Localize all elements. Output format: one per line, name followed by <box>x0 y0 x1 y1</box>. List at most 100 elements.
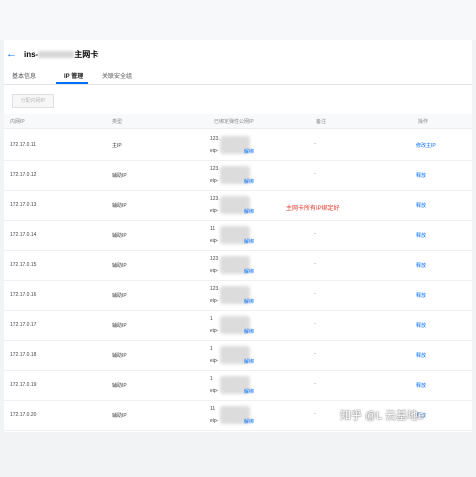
private-ip-cell: 172.17.0.11 <box>10 142 37 148</box>
tab-ip-management[interactable]: IP 管理 <box>64 71 83 80</box>
private-ip-cell: 172.17.0.12 <box>10 172 37 178</box>
remark-cell: - <box>314 291 316 297</box>
unbind-eip-link[interactable]: 解绑 <box>244 268 254 275</box>
active-tab-indicator <box>56 82 88 84</box>
title-suffix: 主网卡 <box>74 50 99 59</box>
eip-address-text: 1 <box>210 346 213 352</box>
row-action-link[interactable]: 释放 <box>416 352 426 359</box>
eip-address-text: 1 <box>210 316 213 322</box>
eip-id-text: eip- <box>210 388 219 394</box>
unbind-eip-link[interactable]: 解绑 <box>244 418 254 425</box>
tab-security-groups[interactable]: 关联安全组 <box>102 71 132 80</box>
private-ip-cell: 172.17.0.14 <box>10 232 37 238</box>
eip-id-text: eip- <box>210 148 219 154</box>
ip-type-cell: 辅助IP <box>112 173 127 179</box>
row-action-link[interactable]: 释放 <box>416 232 426 239</box>
column-header-remark: 备注 <box>316 119 327 125</box>
row-action-link[interactable]: 释放 <box>416 322 426 329</box>
back-arrow-icon[interactable]: ← <box>6 48 17 60</box>
table-row: 172.17.0.18 辅助IP 1 eip- 解绑 - 释放 <box>4 340 472 371</box>
eip-address-text: 123. <box>210 196 220 202</box>
eni-detail-panel: ← ins- 主网卡 基本信息 IP 管理 关联安全组 分配内网IP 内网IP 类… <box>4 40 472 432</box>
ip-type-cell: 辅助IP <box>112 293 127 299</box>
column-header-eip: 已绑定弹性公网IP <box>214 119 254 125</box>
row-action-link[interactable]: 释放 <box>416 292 426 299</box>
eip-address-text: 123. <box>210 136 220 142</box>
unbind-eip-link[interactable]: 解绑 <box>244 208 254 215</box>
unbind-eip-link[interactable]: 解绑 <box>244 178 254 185</box>
private-ip-cell: 172.17.0.17 <box>10 322 37 328</box>
table-row: 172.17.0.11 主IP 123. eip- 解绑 - 修改主IP <box>4 130 472 161</box>
row-action-link[interactable]: 释放 <box>416 202 426 209</box>
eip-cell: 123. eip- 解绑 <box>210 194 280 216</box>
eip-address-text: 11 <box>210 226 216 232</box>
table-row: 172.17.0.14 辅助IP 11 eip- 解绑 - 释放 <box>4 220 472 251</box>
eip-cell: 1 eip- 解绑 <box>210 374 280 396</box>
eip-cell: 123. eip- 解绑 <box>210 164 280 186</box>
eip-address-text: 123. <box>210 286 220 292</box>
eip-id-text: eip- <box>210 298 219 304</box>
remark-cell: - <box>314 171 316 177</box>
private-ip-cell: 172.17.0.15 <box>10 262 37 268</box>
table-row: 172.17.0.13 辅助IP 123. eip- 解绑 释放 <box>4 190 472 221</box>
remark-cell: - <box>314 141 316 147</box>
eip-cell: 123. eip- 解绑 <box>210 284 280 306</box>
ip-type-cell: 辅助IP <box>112 323 127 329</box>
unbind-eip-link[interactable]: 解绑 <box>244 388 254 395</box>
ip-type-cell: 主IP <box>112 143 122 149</box>
table-row: 172.17.0.19 辅助IP 1 eip- 解绑 - 释放 <box>4 370 472 401</box>
page-header: ← ins- 主网卡 <box>4 40 472 68</box>
remark-cell: - <box>314 261 316 267</box>
unbind-eip-link[interactable]: 解绑 <box>244 238 254 245</box>
ip-type-cell: 辅助IP <box>112 263 127 269</box>
tab-bar: 基本信息 IP 管理 关联安全组 <box>4 68 472 85</box>
eip-address-text: 1 <box>210 376 213 382</box>
table-header: 内网IP 类型 已绑定弹性公网IP 备注 操作 <box>4 114 472 129</box>
ip-type-cell: 辅助IP <box>112 383 127 389</box>
page-title: ins- 主网卡 <box>24 49 98 60</box>
eip-id-text: eip- <box>210 208 219 214</box>
eip-cell: 1 eip- 解绑 <box>210 314 280 336</box>
unbind-eip-link[interactable]: 解绑 <box>244 358 254 365</box>
ip-type-cell: 辅助IP <box>112 413 127 419</box>
redacted-instance-id <box>38 51 75 59</box>
eip-cell: 11 eip- 解绑 <box>210 404 280 426</box>
remark-cell: - <box>314 231 316 237</box>
eip-cell: 123 eip- 解绑 <box>210 254 280 276</box>
top-background <box>0 0 476 40</box>
table-row: 172.17.0.15 辅助IP 123 eip- 解绑 - 释放 <box>4 250 472 281</box>
watermark: 知乎 @L 云基地e <box>340 410 425 422</box>
column-header-actions: 操作 <box>418 119 429 125</box>
eip-address-text: 123 <box>210 256 219 262</box>
row-action-link[interactable]: 修改主IP <box>416 142 436 149</box>
column-header-type: 类型 <box>112 119 123 125</box>
eip-cell: 1 eip- 解绑 <box>210 344 280 366</box>
title-prefix: ins- <box>24 50 39 59</box>
remark-cell: - <box>314 351 316 357</box>
eip-id-text: eip- <box>210 268 219 274</box>
remark-cell: - <box>314 321 316 327</box>
eip-address-text: 123. <box>210 166 220 172</box>
row-action-link[interactable]: 释放 <box>416 262 426 269</box>
red-annotation: 主网卡所有IP绑定好 <box>286 206 340 212</box>
eip-id-text: eip- <box>210 418 219 424</box>
eip-id-text: eip- <box>210 358 219 364</box>
ip-type-cell: 辅助IP <box>112 233 127 239</box>
row-action-link[interactable]: 释放 <box>416 382 426 389</box>
unbind-eip-link[interactable]: 解绑 <box>244 328 254 335</box>
ip-type-cell: 辅助IP <box>112 203 127 209</box>
unbind-eip-link[interactable]: 解绑 <box>244 148 254 155</box>
eip-id-text: eip- <box>210 328 219 334</box>
unbind-eip-link[interactable]: 解绑 <box>244 298 254 305</box>
row-action-link[interactable]: 释放 <box>416 172 426 179</box>
private-ip-cell: 172.17.0.20 <box>10 412 37 418</box>
ip-type-cell: 辅助IP <box>112 353 127 359</box>
eip-address-text: 11 <box>210 406 216 412</box>
tab-basic-info[interactable]: 基本信息 <box>12 71 36 80</box>
private-ip-cell: 172.17.0.13 <box>10 202 37 208</box>
assign-private-ip-button[interactable]: 分配内网IP <box>12 94 54 108</box>
eip-cell: 123. eip- 解绑 <box>210 134 280 156</box>
eip-id-text: eip- <box>210 178 219 184</box>
remark-cell: - <box>314 381 316 387</box>
column-header-private-ip: 内网IP <box>10 119 25 125</box>
